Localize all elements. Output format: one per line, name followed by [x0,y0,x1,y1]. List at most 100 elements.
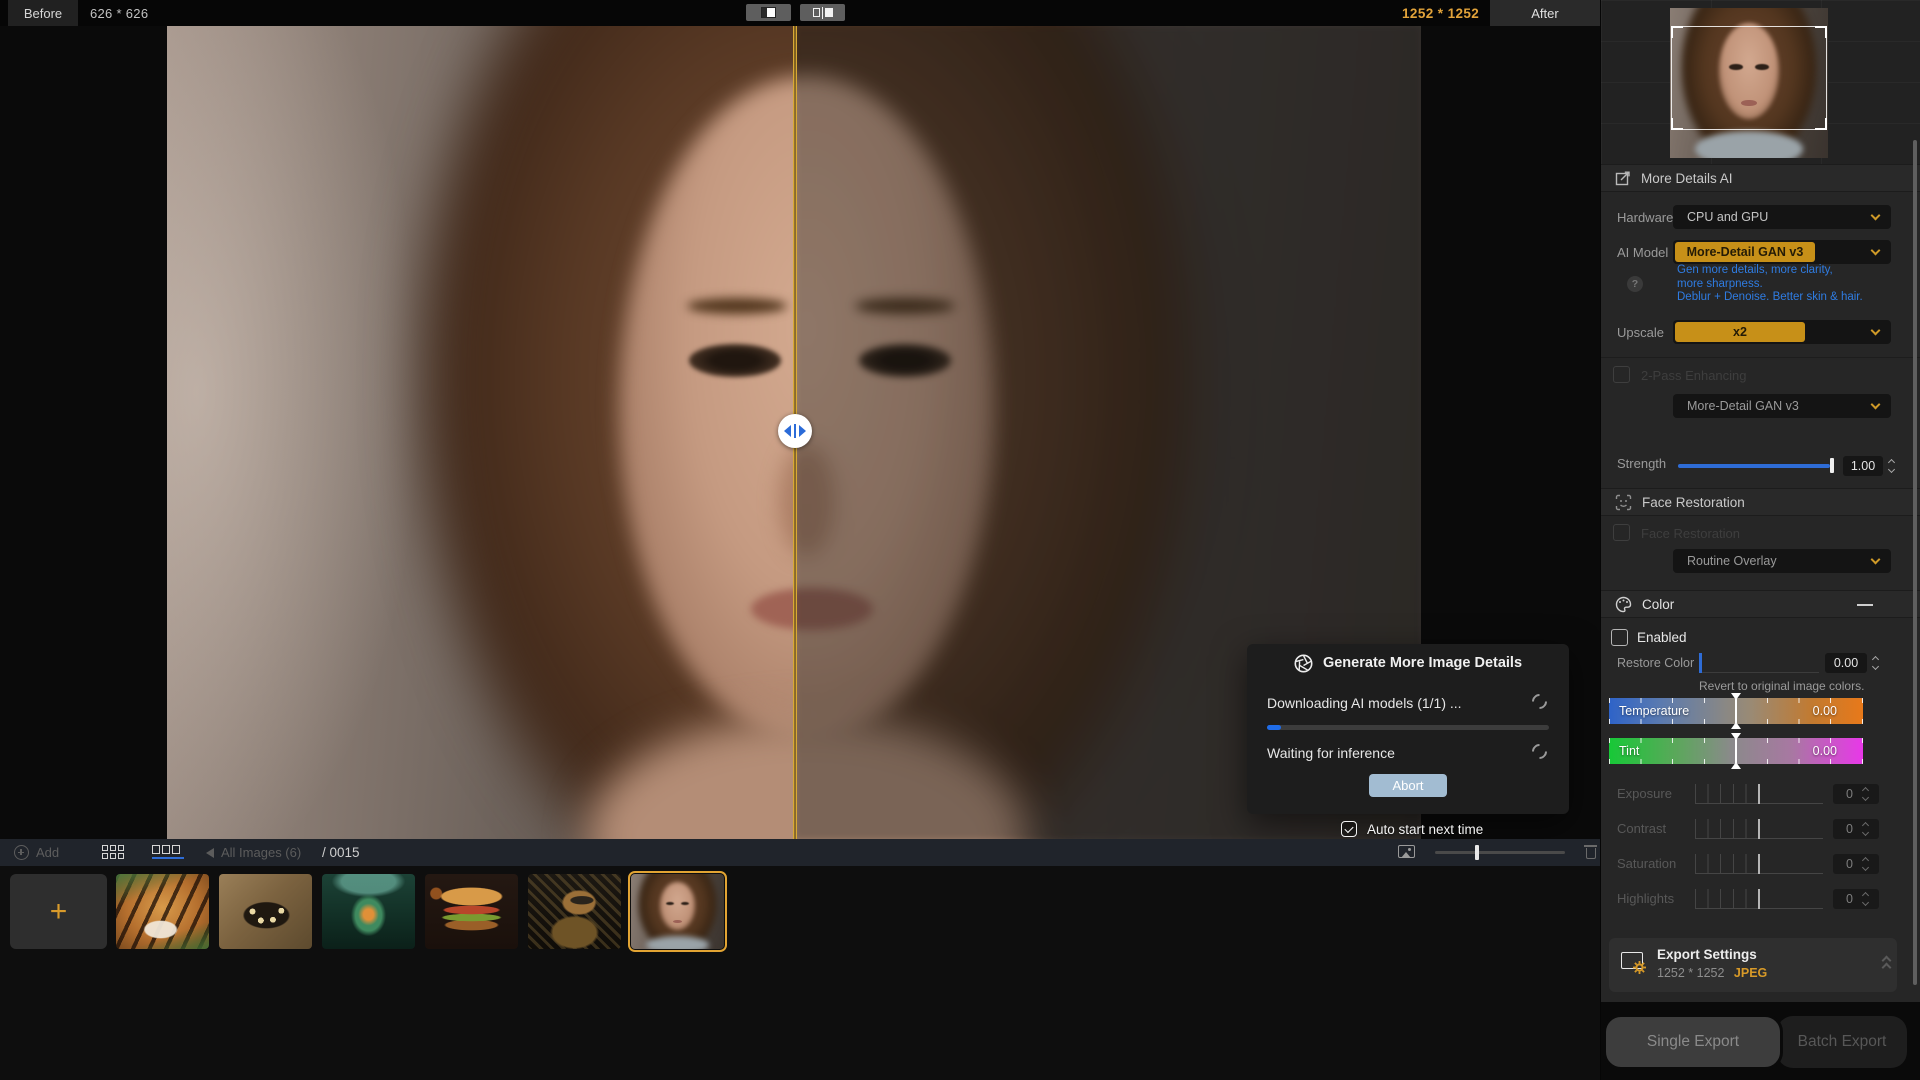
compare-mode-toggle-group [746,4,845,21]
aperture-icon [1294,654,1313,673]
highlights-slider[interactable] [1695,889,1823,909]
single-export-button[interactable]: Single Export [1603,1014,1783,1070]
ai-model-label: AI Model [1617,245,1668,260]
face-restoration-icon [1615,494,1632,511]
contrast-slider[interactable] [1695,819,1823,839]
add-image-tile[interactable]: + [10,874,107,949]
export-settings-card[interactable]: Export Settings 1252 * 1252 JPEG [1609,938,1897,992]
help-icon[interactable]: ? [1627,276,1643,292]
split-view-button[interactable] [746,4,791,21]
strength-stepper[interactable] [1887,456,1897,476]
saturation-slider[interactable] [1695,854,1823,874]
tint-label: Tint [1619,744,1639,758]
strength-slider[interactable] [1678,464,1830,468]
restore-color-slider[interactable] [1699,653,1819,673]
auto-start-label: Auto start next time [1367,822,1483,837]
thumbnail-girl-selected[interactable] [631,874,724,949]
temperature-value: 0.00 [1813,704,1837,718]
after-tab[interactable]: After [1490,0,1600,26]
batch-export-button[interactable]: Batch Export [1777,1016,1907,1068]
two-pass-label: 2-Pass Enhancing [1641,368,1747,383]
temperature-label: Temperature [1619,704,1689,718]
side-by-side-view-button[interactable] [800,4,845,21]
face-restoration-model-dropdown[interactable]: Routine Overlay [1673,549,1891,573]
strength-slider-handle[interactable] [1830,458,1834,473]
saturation-stepper[interactable] [1861,854,1871,874]
sidebar-scrollbar[interactable] [1913,140,1917,985]
double-chevron-up-icon[interactable] [1881,955,1893,973]
temperature-slider-handle[interactable] [1730,693,1742,729]
back-icon [206,848,214,858]
picture-icon [1398,845,1415,858]
ai-model-dropdown[interactable]: More-Detail GAN v3 [1673,240,1891,264]
contrast-label: Contrast [1617,821,1666,836]
color-enabled-checkbox[interactable] [1611,629,1628,646]
thumbnail-armored-dog[interactable] [528,874,621,949]
contrast-stepper[interactable] [1861,819,1871,839]
exposure-slider[interactable] [1695,784,1823,804]
strength-value[interactable]: 1.00 [1843,456,1883,476]
upscale-value-pill: x2 [1675,322,1805,342]
exposure-stepper[interactable] [1861,784,1871,804]
auto-start-checkbox[interactable] [1341,821,1357,837]
thumbnail-burger[interactable] [425,874,518,949]
highlights-value[interactable]: 0 [1833,889,1879,909]
divider-arrow-right-icon [799,425,806,437]
before-tab[interactable]: Before [8,0,78,26]
filmstrip-view-button[interactable] [152,845,184,859]
restore-color-slider-handle[interactable] [1699,653,1702,673]
contrast-value[interactable]: 0 [1833,819,1879,839]
tint-slider[interactable]: Tint 0.00 [1609,738,1863,764]
restore-color-hint: Revert to original image colors. [1699,679,1864,693]
temperature-slider[interactable]: Temperature 0.00 [1609,698,1863,724]
restore-color-stepper[interactable] [1871,653,1881,673]
section-more-details-ai[interactable]: More Details AI [1601,164,1920,192]
chevron-down-icon [1871,211,1881,221]
thumbnail-size-handle[interactable] [1475,845,1479,860]
restore-color-value[interactable]: 0.00 [1825,653,1867,673]
thumbnail-tiger[interactable] [116,874,209,949]
auto-start-option: Auto start next time [1341,821,1483,837]
highlights-stepper[interactable] [1861,889,1871,909]
secondary-model-dropdown[interactable]: More-Detail GAN v3 [1673,394,1891,418]
color-palette-icon [1615,596,1632,613]
thumbnail-size-slider[interactable] [1435,851,1565,854]
inference-status-text: Waiting for inference [1267,745,1395,761]
thumbnail-terrarium[interactable] [322,874,415,949]
exposure-value[interactable]: 0 [1833,784,1879,804]
two-pass-checkbox[interactable] [1613,366,1630,383]
settings-sidebar: More Details AI Hardware CPU and GPU AI … [1600,0,1920,1080]
face-restoration-checkbox[interactable] [1613,524,1630,541]
photo-eye-left [689,344,781,377]
split-view-icon [761,7,776,18]
upscale-dropdown[interactable]: x2 [1673,320,1891,344]
all-images-back-button[interactable]: All Images (6) [206,839,301,866]
compare-divider-handle[interactable] [778,414,812,448]
strength-label: Strength [1617,456,1666,471]
navigator-viewport-rect[interactable] [1671,26,1827,130]
section-color[interactable]: Color [1601,590,1920,618]
dialog-title: Generate More Image Details [1323,655,1522,671]
generate-progress-dialog: Generate More Image Details Downloading … [1247,644,1569,814]
top-bar: Before 626 * 626 1252 * 1252 After [0,0,1600,26]
app-window: Before 626 * 626 1252 * 1252 After [0,0,1920,1080]
grid-view-button[interactable] [102,845,124,859]
chevron-down-icon [1871,400,1881,410]
download-status-text: Downloading AI models (1/1) ... [1267,695,1462,711]
thumbnail-butterfly[interactable] [219,874,312,949]
filmstrip-toolbar: Add All Images (6) / 0015 [0,839,1600,866]
chevron-down-icon [1871,246,1881,256]
abort-button[interactable]: Abort [1369,774,1447,797]
hardware-dropdown[interactable]: CPU and GPU [1673,205,1891,229]
tint-slider-handle[interactable] [1730,733,1742,769]
inference-spinner-icon [1529,741,1550,762]
section-face-restoration[interactable]: Face Restoration [1601,488,1920,516]
collapse-color-icon[interactable] [1857,604,1873,606]
highlights-label: Highlights [1617,891,1674,906]
trash-icon[interactable] [1584,845,1597,859]
saturation-value[interactable]: 0 [1833,854,1879,874]
navigator-zone [1601,0,1920,164]
download-progress-fill [1267,725,1281,730]
add-image-button[interactable]: Add [14,839,59,866]
before-after-image [167,26,1421,839]
